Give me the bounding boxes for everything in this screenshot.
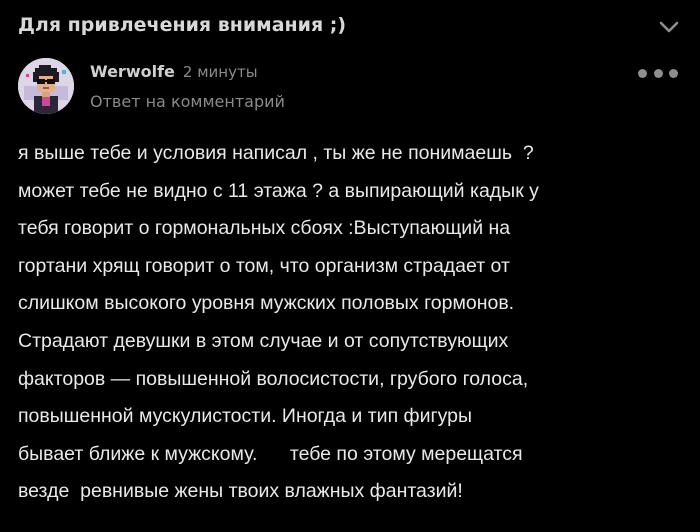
comment-line: везде ревнивые жены твоих влажных фантаз…	[18, 480, 463, 503]
comment-line: гортани хрящ говорит о том, что организм…	[18, 254, 510, 277]
comment-line: факторов — повышенной волосистости, груб…	[18, 367, 529, 390]
comment-meta: Werwolfe 2 минуты	[90, 62, 258, 86]
author-name[interactable]: Werwolfe	[90, 62, 175, 81]
comment-time: 2 минуты	[182, 63, 258, 81]
user-avatar-icon	[18, 58, 74, 114]
more-dots-icon	[638, 68, 647, 78]
comment-line: Страдают девушки в этом случае и от сопу…	[18, 329, 509, 352]
more-dots-icon	[653, 68, 663, 78]
comment-line: слишком высокого уровня мужских половых …	[18, 292, 515, 315]
comment-body: я выше тебе и условия написал , ты же не…	[18, 135, 682, 511]
avatar[interactable]	[18, 58, 74, 114]
post-header: Для привлечения внимания ;)	[18, 12, 682, 46]
reply-to-link[interactable]: Ответ на комментарий	[90, 92, 285, 111]
more-dots-icon	[669, 68, 678, 78]
comment-line: может тебе не видно с 11 этажа ? а выпир…	[18, 179, 539, 202]
chevron-down-icon	[659, 21, 679, 33]
collapse-button[interactable]	[656, 16, 682, 38]
comment-line: я выше тебе и условия написал , ты же не…	[18, 142, 534, 164]
comment-line: тебя говорит о гормональных сбоях :Высту…	[18, 217, 511, 240]
comment-line: повышенной мускулистости. Иногда и тип ф…	[18, 405, 472, 428]
more-options-button[interactable]	[638, 64, 678, 82]
post-title[interactable]: Для привлечения внимания ;)	[18, 14, 346, 36]
comment-line: бывает ближе к мужскому. тебе по этому м…	[18, 442, 523, 465]
